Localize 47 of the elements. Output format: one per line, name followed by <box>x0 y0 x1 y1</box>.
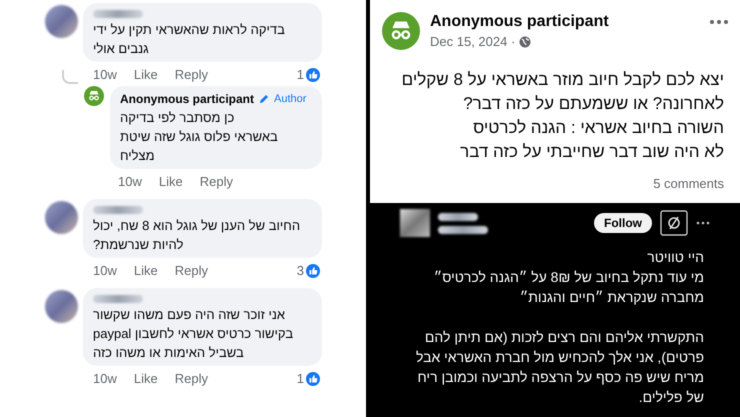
thumbs-up-icon <box>306 372 320 386</box>
thread-line <box>62 70 78 84</box>
no-entry-icon[interactable] <box>660 210 688 236</box>
post-date: Dec 15, 2024 · <box>430 33 516 51</box>
blurred-name <box>93 206 143 214</box>
comment-time: 10w <box>93 66 117 84</box>
avatar-placeholder <box>45 201 78 234</box>
comments-count[interactable]: 5 comments <box>653 174 724 193</box>
incognito-avatar-icon <box>382 12 420 50</box>
avatar-placeholder <box>400 209 430 237</box>
like-link[interactable]: Like <box>158 172 183 192</box>
thumbs-up-icon <box>306 68 320 82</box>
reply-link[interactable]: Reply <box>174 261 208 281</box>
reply-link[interactable]: Reply <box>174 65 208 85</box>
comment-text: אני זוכר שזה היה פעם משהו שקשור בקישור כרטיס אשראי לחשבון paypal בשביל האימות או משהו כזה <box>93 306 294 362</box>
like-link[interactable]: Like <box>134 65 158 85</box>
like-link[interactable]: Like <box>134 369 158 389</box>
comment-time: 10w <box>93 370 117 388</box>
comment-text: כן מסתבר לפי בדיקה באשראי פלוס גוגל שזה שיטת מצליח <box>120 109 278 165</box>
pencil-icon <box>259 94 270 104</box>
post-text: היי טוויטר מי עוד נתקל בחיוב של 8₪ על ״הגנה לכרטיס״ מחברה שנקראת ״חיים והגנות״ התקשרתי אליהם והם רצים לזכות (אם תיתן להם פרטים), אני אלך להכחיש מול חברת האשראי אבל מריח שיש פה כסף על הרצפה לתביעה וכמובן ריח של פלילים. <box>414 248 705 407</box>
avatar-placeholder <box>45 5 78 38</box>
thumbs-up-icon <box>306 264 320 278</box>
comment-text: בדיקה לראות שהאשראי תקין על ידי גנבים אולי <box>93 21 285 58</box>
globe-icon <box>519 36 532 48</box>
author-name[interactable]: Anonymous participant <box>120 90 254 108</box>
like-link[interactable]: Like <box>134 261 158 281</box>
reaction-count: 1 <box>296 370 304 388</box>
blurred-name <box>93 10 143 18</box>
reaction-count: 3 <box>296 262 304 280</box>
incognito-avatar-icon <box>84 86 104 106</box>
reply-link[interactable]: Reply <box>174 369 208 389</box>
more-icon[interactable] <box>696 221 710 225</box>
blurred-name <box>93 295 143 303</box>
avatar-placeholder <box>45 290 78 323</box>
comment-time: 10w <box>93 262 117 280</box>
author-name[interactable]: Anonymous participant <box>430 12 609 32</box>
author-label: Author <box>274 92 306 107</box>
blurred-name <box>438 212 478 220</box>
comment-time: 10w <box>118 173 142 192</box>
post-text: יצא לכם לקבל חיוב מוזר באשראי על 8 שקלים לאחרונה? או ששמעתם על כזה דבר? השורה בחיוב אשראי : הגנה לכרטיס לא היה שוב דבר שחייבתי על כזה דבר <box>400 68 725 162</box>
more-icon[interactable] <box>710 20 728 24</box>
reply-link[interactable]: Reply <box>200 172 233 192</box>
blurred-name <box>438 226 488 234</box>
follow-button[interactable]: Follow <box>594 213 652 233</box>
reaction-count: 1 <box>296 66 304 84</box>
comment-text: החיוב של הענן של גוגל הוא 8 שח, יכול להיות שנרשמת? <box>93 217 300 254</box>
